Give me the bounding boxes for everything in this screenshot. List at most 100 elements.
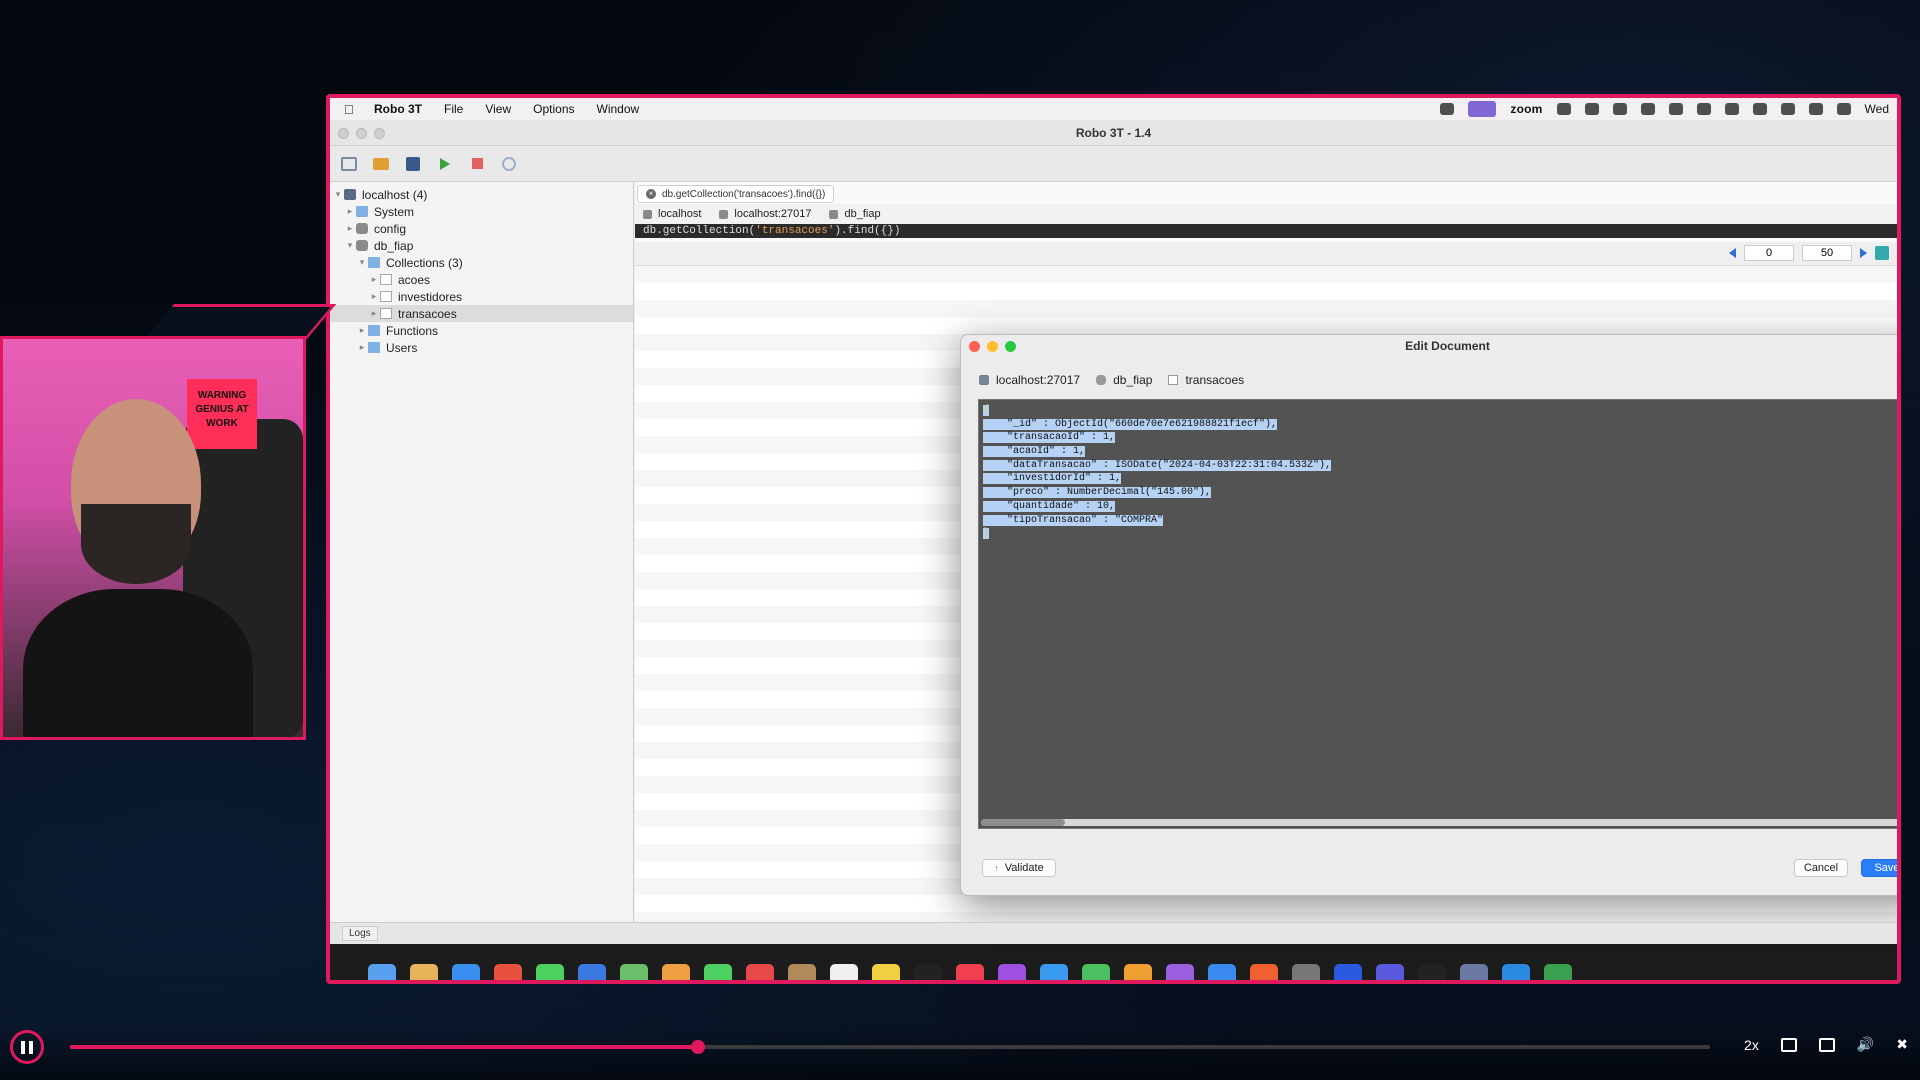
messages-icon[interactable] — [536, 964, 564, 980]
exit-fullscreen-icon[interactable]: ✖ — [1896, 1036, 1908, 1053]
dialog-close-button[interactable] — [969, 341, 980, 352]
dialog-minimize-button[interactable] — [987, 341, 998, 352]
chevron-right-icon[interactable]: ▸ — [356, 342, 368, 353]
chevron-right-icon[interactable]: ▸ — [368, 291, 380, 302]
logs-tab[interactable]: Logs — [342, 926, 378, 941]
menu-view[interactable]: View — [485, 102, 511, 116]
search-icon[interactable] — [1808, 103, 1823, 115]
tv-icon[interactable] — [914, 964, 942, 980]
chevron-right-icon[interactable]: ▸ — [356, 325, 368, 336]
safari-icon[interactable] — [452, 964, 480, 980]
wifi-icon[interactable] — [1780, 103, 1795, 115]
tree-collections[interactable]: ▾ Collections (3) — [330, 254, 633, 271]
chevron-right-icon[interactable]: ▸ — [368, 308, 380, 319]
status-icon[interactable] — [1696, 103, 1711, 115]
app-store-icon[interactable] — [1040, 964, 1068, 980]
save-button[interactable]: Save — [1861, 859, 1897, 877]
close-tab-icon[interactable]: × — [646, 189, 656, 199]
page-next-icon[interactable] — [1860, 248, 1867, 258]
pages-icon[interactable] — [1124, 964, 1152, 980]
facetime-icon[interactable] — [704, 964, 732, 980]
tree-config[interactable]: ▸ config — [330, 220, 633, 237]
document-editor[interactable]: { "_id" : ObjectId("660de70e7e621988821f… — [978, 399, 1897, 829]
menu-window[interactable]: Window — [597, 102, 640, 116]
launchpad-icon[interactable] — [410, 964, 438, 980]
podcasts-icon[interactable] — [998, 964, 1026, 980]
status-icon[interactable] — [1612, 103, 1627, 115]
query-editor[interactable]: db.getCollection('transacoes').find({}) — [635, 224, 1897, 238]
settings-icon[interactable] — [1292, 964, 1320, 980]
chevron-down-icon[interactable]: ▾ — [356, 257, 368, 268]
chrome-icon[interactable] — [494, 964, 522, 980]
status-icon[interactable] — [1440, 103, 1455, 115]
tree-collection-transacoes[interactable]: ▸ transacoes — [330, 305, 633, 322]
menu-app-name[interactable]: Robo 3T — [374, 102, 422, 116]
chevron-right-icon[interactable]: ▸ — [344, 206, 356, 217]
refresh-button[interactable] — [498, 154, 520, 174]
tree-functions[interactable]: ▸ Functions — [330, 322, 633, 339]
reminders-icon[interactable] — [830, 964, 858, 980]
tree-collection-acoes[interactable]: ▸ acoes — [330, 271, 633, 288]
chevron-right-icon[interactable]: ▸ — [344, 223, 356, 234]
mongodb-icon[interactable] — [1544, 964, 1572, 980]
zoom-active-icon[interactable] — [1468, 101, 1497, 117]
mail-icon[interactable] — [578, 964, 606, 980]
robo3t-icon[interactable] — [1460, 964, 1488, 980]
chevron-down-icon[interactable]: ▾ — [344, 240, 356, 251]
connect-button[interactable] — [338, 154, 360, 174]
stop-button[interactable] — [466, 154, 488, 174]
menu-options[interactable]: Options — [533, 102, 574, 116]
tree-db[interactable]: ▾ db_fiap — [330, 237, 633, 254]
scrollbar-thumb[interactable] — [981, 819, 1065, 826]
calendar-icon[interactable] — [746, 964, 774, 980]
pause-button[interactable] — [10, 1030, 44, 1064]
tree-system[interactable]: ▸ System — [330, 203, 633, 220]
captions-icon[interactable] — [1780, 1037, 1797, 1052]
chevron-right-icon[interactable]: ▸ — [368, 274, 380, 285]
photos-icon[interactable] — [662, 964, 690, 980]
tree-server[interactable]: ▾ localhost (4) — [330, 186, 633, 203]
skip-input[interactable]: 0 — [1744, 245, 1794, 261]
query-tab[interactable]: × db.getCollection('transacoes').find({}… — [637, 185, 835, 203]
maps-icon[interactable] — [620, 964, 648, 980]
tree-users[interactable]: ▸ Users — [330, 339, 633, 356]
status-icon[interactable] — [1752, 103, 1767, 115]
status-icon[interactable] — [1668, 103, 1683, 115]
zoom-window-button[interactable] — [374, 128, 385, 139]
zoom-status-label[interactable]: zoom — [1510, 102, 1542, 116]
zoom-icon[interactable] — [1334, 964, 1362, 980]
playback-speed[interactable]: 2x — [1744, 1037, 1759, 1053]
apple-menu-icon[interactable]:  — [344, 102, 358, 117]
status-icon[interactable] — [1584, 103, 1599, 115]
dialog-zoom-button[interactable] — [1005, 341, 1016, 352]
xcode-icon[interactable] — [1208, 964, 1236, 980]
teams-icon[interactable] — [1376, 964, 1404, 980]
control-center-icon[interactable] — [1836, 103, 1851, 115]
app-icon[interactable] — [1166, 964, 1194, 980]
open-button[interactable] — [370, 154, 392, 174]
vscode-icon[interactable] — [1502, 964, 1530, 980]
view-mode-icon[interactable] — [1875, 246, 1889, 260]
status-icon[interactable] — [1640, 103, 1655, 115]
limit-input[interactable]: 50 — [1802, 245, 1852, 261]
menu-clock[interactable]: Wed — [1865, 102, 1889, 116]
numbers-icon[interactable] — [1082, 964, 1110, 980]
notes-icon[interactable] — [872, 964, 900, 980]
menu-file[interactable]: File — [444, 102, 463, 116]
terminal-icon[interactable] — [1418, 964, 1446, 980]
cancel-button[interactable]: Cancel — [1794, 859, 1848, 877]
save-toolbar-button[interactable] — [402, 154, 424, 174]
progress-bar[interactable] — [70, 1040, 1710, 1054]
tree-collection-investidores[interactable]: ▸ investidores — [330, 288, 633, 305]
horizontal-scrollbar[interactable] — [981, 819, 1897, 826]
progress-scrubber[interactable] — [691, 1040, 705, 1054]
execute-button[interactable] — [434, 154, 456, 174]
validate-button[interactable]: ↑ Validate — [982, 859, 1056, 877]
volume-icon[interactable]: 🔊 — [1857, 1036, 1874, 1053]
app-icon[interactable] — [1250, 964, 1278, 980]
chevron-down-icon[interactable]: ▾ — [332, 189, 344, 200]
page-prev-icon[interactable] — [1729, 248, 1736, 258]
finder-icon[interactable] — [368, 964, 396, 980]
contacts-icon[interactable] — [788, 964, 816, 980]
status-icon[interactable] — [1556, 103, 1571, 115]
